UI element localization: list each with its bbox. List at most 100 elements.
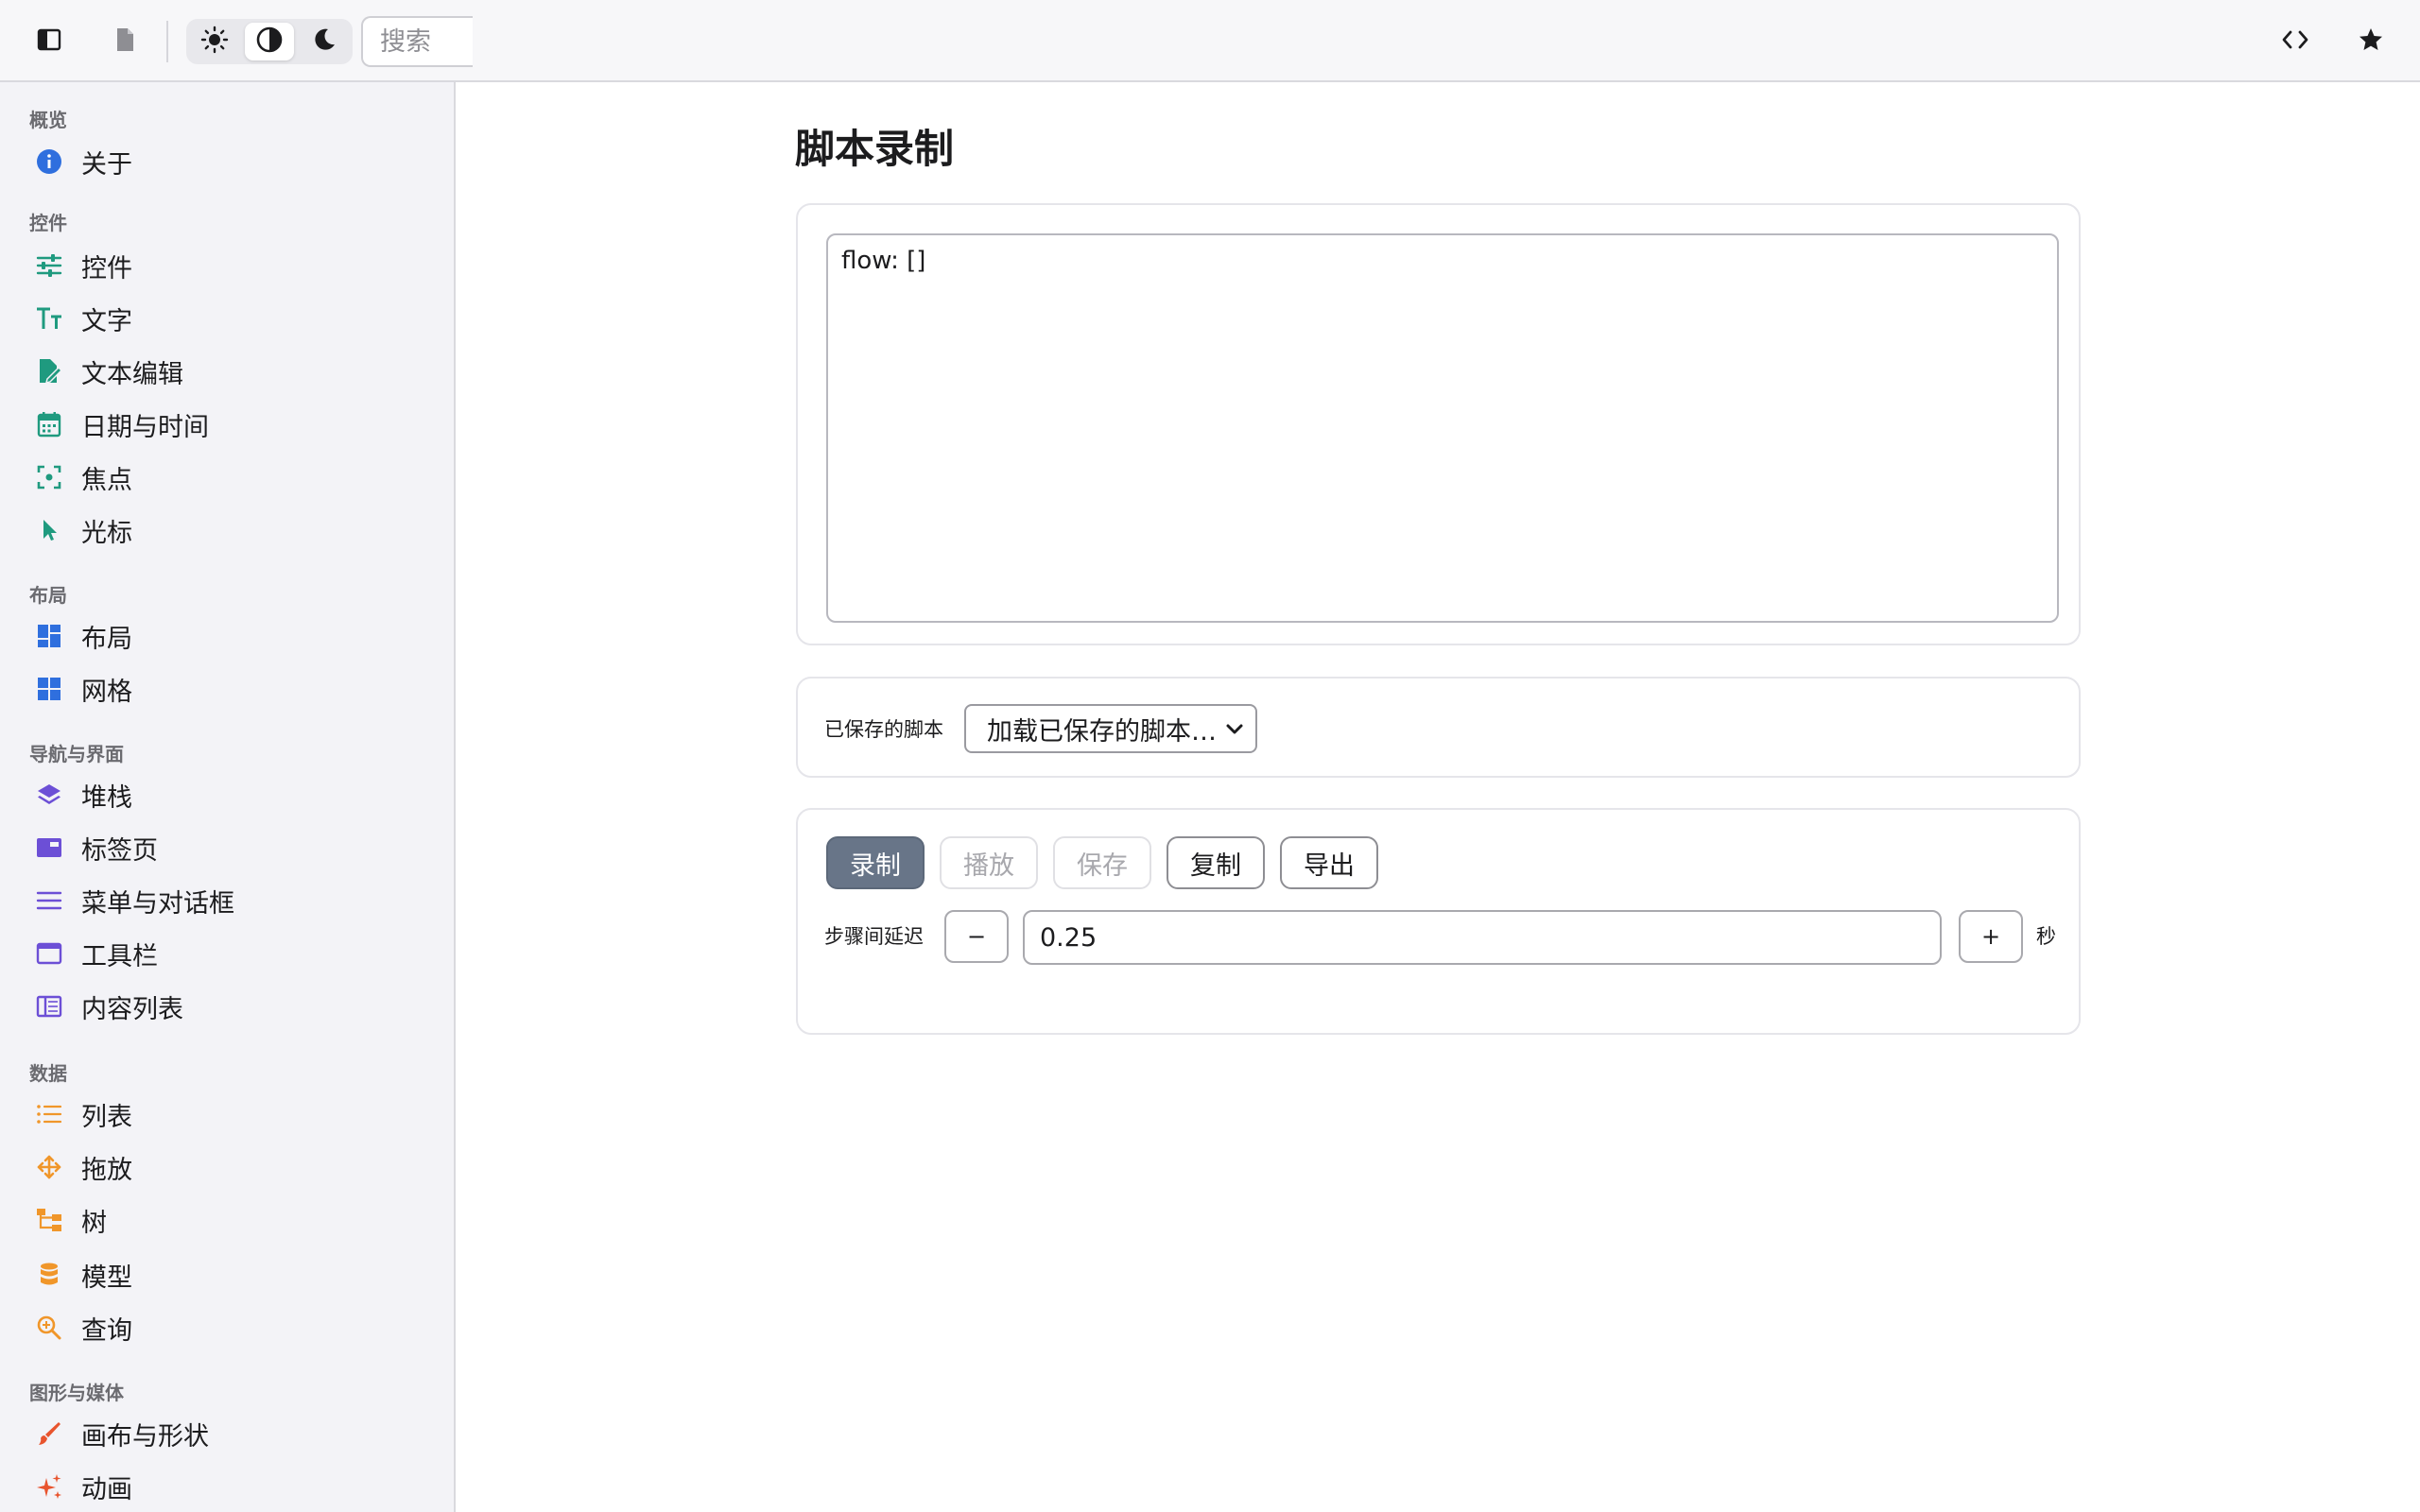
script-text-area[interactable]: flow: [] <box>826 233 2059 623</box>
dark-theme-button[interactable] <box>300 23 349 60</box>
stack-icon <box>26 778 72 812</box>
sidebar-item-model[interactable]: 模型 <box>26 1252 442 1297</box>
sidebar-item-label: 控件 <box>81 253 132 284</box>
sliders-icon <box>26 249 72 283</box>
sidebar-item-drag-drop[interactable]: 拖放 <box>26 1144 442 1190</box>
decrement-button[interactable]: − <box>944 910 1009 963</box>
code-icon <box>2281 27 2309 56</box>
search-input[interactable] <box>361 16 473 67</box>
sidebar-item-menus-dialogs[interactable]: 菜单与对话框 <box>26 878 442 923</box>
sidebar-item-content-list[interactable]: 内容列表 <box>26 984 442 1029</box>
sidebar-item-label: 日期与时间 <box>81 412 209 442</box>
sidebar-item-toolbar[interactable]: 工具栏 <box>26 931 442 976</box>
calendar-icon <box>26 407 72 441</box>
play-button[interactable]: 播放 <box>940 836 1038 889</box>
increment-button[interactable]: + <box>1959 910 2023 963</box>
layout-grid-icon <box>26 619 72 653</box>
sidebar-item-label: 列表 <box>81 1102 132 1132</box>
sidebar-item-label: 工具栏 <box>81 941 158 971</box>
contrast-icon <box>255 26 284 58</box>
sidebar-item-layout[interactable]: 布局 <box>26 613 442 659</box>
move-icon <box>26 1150 72 1184</box>
sidebar-item-label: 堆栈 <box>81 782 132 813</box>
sidebar-item-stack[interactable]: 堆栈 <box>26 772 442 817</box>
edit-document-icon <box>26 354 72 388</box>
sidebar-item-cursor[interactable]: 光标 <box>26 507 442 553</box>
saved-scripts-select-value: 加载已保存的脚本… <box>987 716 1217 747</box>
moon-icon <box>311 26 337 57</box>
sidebar-item-tabs[interactable]: 标签页 <box>26 825 442 870</box>
sidebar-item-text[interactable]: 文字 <box>26 296 442 341</box>
sidebar-item-label: 布局 <box>81 624 132 654</box>
sidebar-item-label: 网格 <box>81 677 132 707</box>
section-header-navigation: 导航与界面 <box>29 743 124 765</box>
view-source-button[interactable] <box>2273 19 2318 64</box>
grid-icon <box>26 672 72 706</box>
sidebar-item-label: 光标 <box>81 518 132 548</box>
sidebar-item-label: 文字 <box>81 306 132 336</box>
export-button[interactable]: 导出 <box>1280 836 1378 889</box>
auto-theme-button[interactable] <box>245 23 294 60</box>
toolbar-divider <box>166 21 168 62</box>
sidebar-item-label: 关于 <box>81 149 132 180</box>
sparkles-icon <box>26 1469 72 1503</box>
sidebar-item-label: 标签页 <box>81 835 158 866</box>
sidebar-item-controls[interactable]: 控件 <box>26 243 442 288</box>
sidebar-item-label: 查询 <box>81 1315 132 1346</box>
document-icon <box>114 27 135 56</box>
sidebar-item-label: 树 <box>81 1208 107 1238</box>
sidebar-item-focus[interactable]: 焦点 <box>26 455 442 500</box>
sidebar-item-label: 动画 <box>81 1474 132 1504</box>
sidebar-item-label: 文本编辑 <box>81 359 183 389</box>
sidebar-item-animation[interactable]: 动画 <box>26 1464 442 1509</box>
sidebar-toggle-button[interactable] <box>26 19 72 64</box>
sidebar-item-query[interactable]: 查询 <box>26 1305 442 1350</box>
chevron-down-icon <box>1223 718 1246 745</box>
sidebar-item-label: 菜单与对话框 <box>81 888 234 919</box>
sidebar-item-text-edit[interactable]: 文本编辑 <box>26 349 442 394</box>
info-icon <box>26 145 72 179</box>
saved-scripts-label: 已保存的脚本 <box>824 718 943 741</box>
favorite-button[interactable] <box>2348 19 2394 64</box>
sidebar-toggle-icon <box>37 27 61 56</box>
copy-button[interactable]: 复制 <box>1167 836 1265 889</box>
saved-scripts-select[interactable]: 加载已保存的脚本… <box>964 704 1257 753</box>
sidebar-item-about[interactable]: 关于 <box>26 139 442 184</box>
star-icon <box>2358 26 2384 57</box>
menu-icon <box>26 884 72 918</box>
recording-controls-card: 录制 播放 保存 复制 导出 步骤间延迟 − + 秒 <box>796 808 2081 1035</box>
tree-icon <box>26 1203 72 1237</box>
sidebar-item-date-time[interactable]: 日期与时间 <box>26 402 442 447</box>
section-header-overview: 概览 <box>29 109 67 131</box>
document-button[interactable] <box>102 19 147 64</box>
section-header-layout: 布局 <box>29 584 67 607</box>
sidebar-item-label: 拖放 <box>81 1155 132 1185</box>
cursor-icon <box>26 513 72 547</box>
section-header-data: 数据 <box>29 1062 67 1085</box>
sidebar-item-label: 画布与形状 <box>81 1421 209 1452</box>
sidebar-item-tree[interactable]: 树 <box>26 1197 442 1243</box>
step-delay-input[interactable] <box>1023 910 1942 965</box>
sidebar-item-label: 内容列表 <box>81 994 183 1024</box>
brush-icon <box>26 1417 72 1451</box>
sidebar-item-label: 模型 <box>81 1263 132 1293</box>
search-zoom-icon <box>26 1311 72 1345</box>
step-delay-label: 步骤间延迟 <box>824 925 924 948</box>
record-button[interactable]: 录制 <box>826 836 925 889</box>
sidebar-item-list[interactable]: 列表 <box>26 1091 442 1137</box>
section-header-graphics-media: 图形与媒体 <box>29 1382 124 1404</box>
light-theme-button[interactable] <box>190 23 239 60</box>
theme-switcher <box>186 19 353 64</box>
database-icon <box>26 1258 72 1292</box>
columns-icon <box>26 989 72 1023</box>
page-title: 脚本录制 <box>795 126 955 172</box>
saved-scripts-card: 已保存的脚本 加载已保存的脚本… <box>796 677 2081 778</box>
list-icon <box>26 1097 72 1131</box>
section-header-controls: 控件 <box>29 212 67 234</box>
text-size-icon <box>26 301 72 335</box>
top-toolbar <box>0 0 2420 82</box>
sidebar-item-canvas-shapes[interactable]: 画布与形状 <box>26 1411 442 1456</box>
sidebar-item-grid[interactable]: 网格 <box>26 666 442 712</box>
save-button[interactable]: 保存 <box>1053 836 1151 889</box>
sidebar: 概览 关于 控件 控件 文字 文本编辑 日期与时间 焦点 光标 布局 布局 网格… <box>0 82 456 1512</box>
